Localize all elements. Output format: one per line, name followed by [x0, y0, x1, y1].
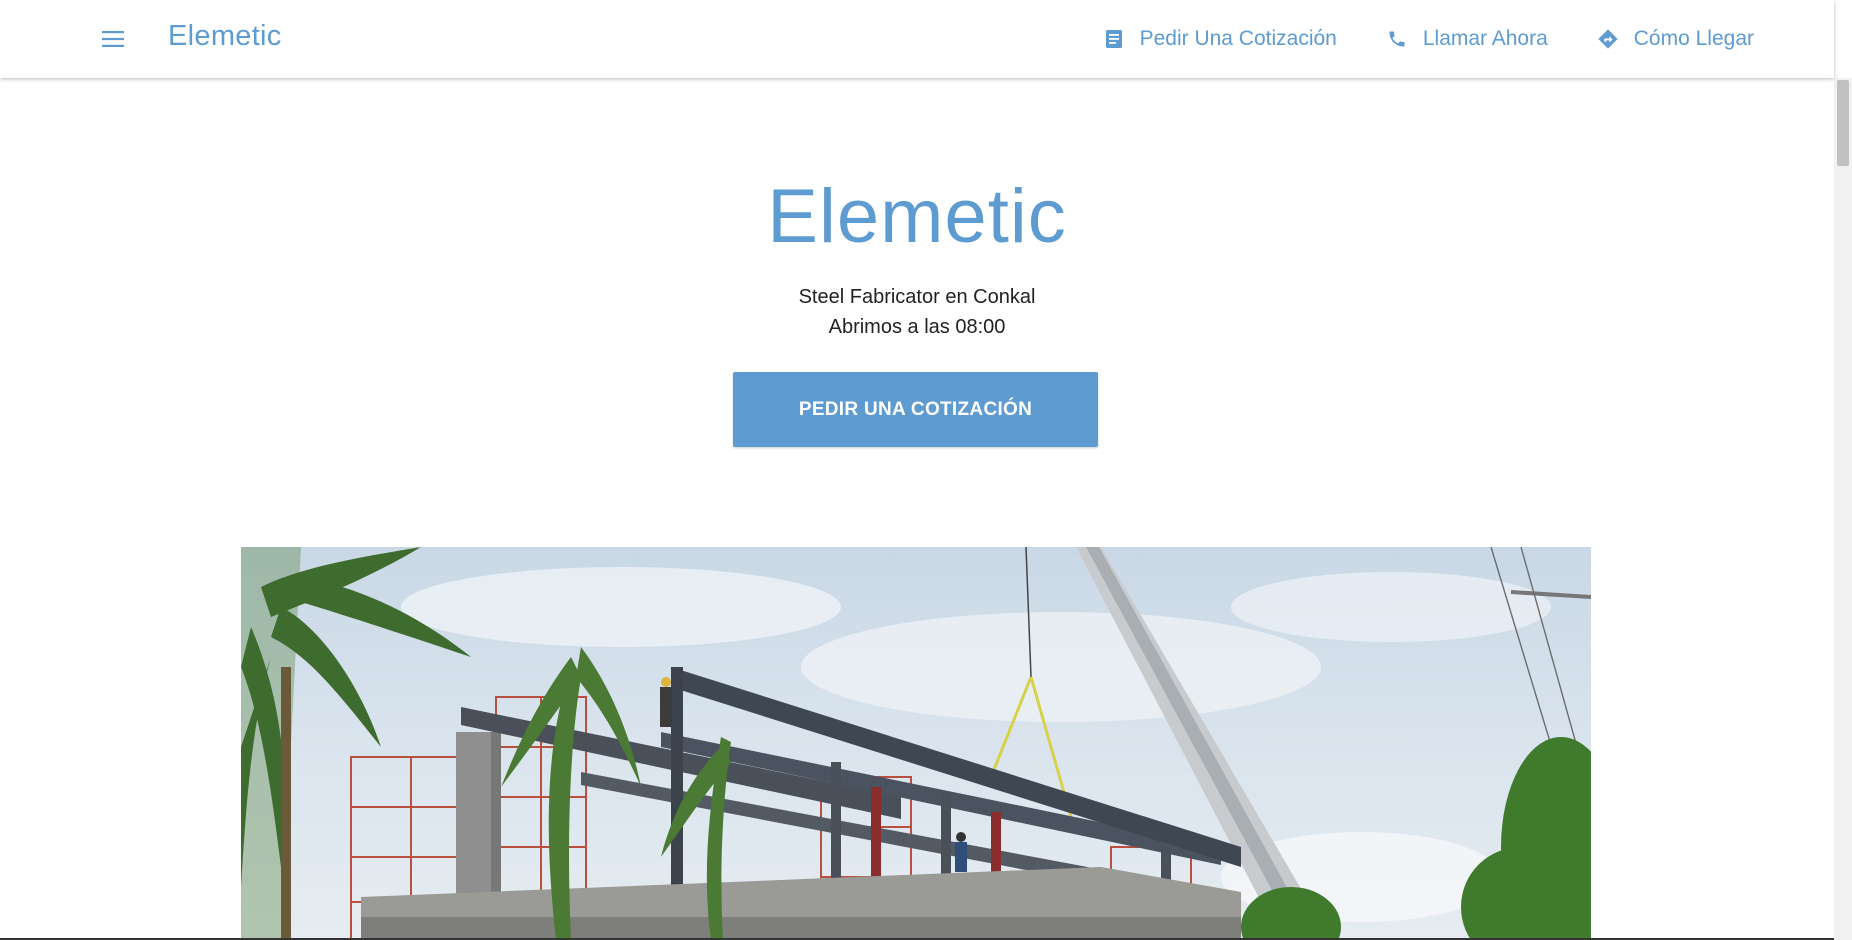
top-app-bar: Elemetic Pedir Una Cotización Llamar Aho…	[0, 0, 1834, 78]
hero-photo	[241, 547, 1591, 940]
business-category: Steel Fabricator en Conkal	[798, 286, 1036, 308]
menu-button[interactable]	[96, 22, 130, 56]
nav-request-quote-label: Pedir Una Cotización	[1139, 27, 1337, 50]
hamburger-menu-icon	[102, 31, 124, 47]
header-nav: Pedir Una Cotización Llamar Ahora Cómo L…	[1054, 20, 1754, 58]
page: Elemetic Pedir Una Cotización Llamar Aho…	[0, 0, 1852, 940]
brand-name[interactable]: Elemetic	[168, 16, 282, 56]
directions-icon	[1596, 27, 1620, 51]
page-scrollbar[interactable]	[1834, 78, 1852, 940]
opening-hours: Abrimos a las 08:00	[828, 316, 1006, 338]
nav-directions[interactable]: Cómo Llegar	[1596, 20, 1754, 58]
hero-title: Elemetic	[767, 174, 1067, 259]
phone-icon	[1385, 27, 1409, 51]
nav-call-now-label: Llamar Ahora	[1422, 27, 1548, 50]
scrollbar-thumb[interactable]	[1837, 80, 1849, 166]
document-icon	[1102, 27, 1126, 51]
request-quote-button[interactable]: PEDIR UNA COTIZACIÓN	[733, 372, 1098, 447]
nav-call-now[interactable]: Llamar Ahora	[1385, 20, 1548, 58]
nav-request-quote[interactable]: Pedir Una Cotización	[1102, 20, 1337, 58]
nav-directions-label: Cómo Llegar	[1633, 27, 1754, 50]
hero-subtitle: Steel Fabricator en Conkal Abrimos a las…	[0, 282, 1834, 342]
steel-structure-construction-image	[241, 547, 1591, 940]
